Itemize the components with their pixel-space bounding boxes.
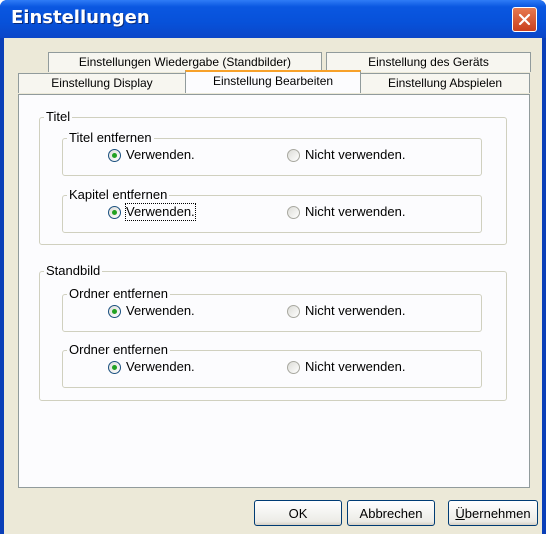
button-accesskey: Ü: [455, 505, 465, 521]
cancel-button[interactable]: Abbrechen: [347, 500, 435, 526]
tab-panel: Titel Titel entfernen Verwenden. Nicht v…: [18, 94, 530, 488]
group-ordner-entfernen-2: Ordner entfernen Verwenden. Nicht verwen…: [62, 342, 482, 388]
tab-label: Einstellung des Geräts: [368, 55, 489, 69]
radio-dot: [287, 205, 300, 219]
radio-dot: [108, 148, 121, 162]
title-bar: Einstellungen: [0, 0, 546, 38]
section-title: Titel: [44, 109, 73, 125]
dialog-client-area: Einstellungen Wiedergabe (Standbilder) E…: [4, 38, 542, 534]
tab-label: Einstellung Display: [51, 76, 153, 90]
dialog-window: Einstellungen Einstellungen Wiedergabe (…: [0, 0, 546, 534]
group-title: Ordner entfernen: [67, 342, 171, 358]
radio-not-use[interactable]: Nicht verwenden.: [287, 204, 405, 220]
tab-label: Einstellungen Wiedergabe (Standbilder): [78, 55, 292, 69]
button-label: Abbrechen: [359, 505, 423, 521]
tab-wiedergabe-standbilder[interactable]: Einstellungen Wiedergabe (Standbilder): [48, 52, 322, 72]
radio-label: Verwenden.: [126, 359, 195, 374]
group-titel-entfernen: Titel entfernen Verwenden. Nicht verwend…: [62, 130, 482, 176]
close-button[interactable]: [512, 7, 537, 32]
radio-label: Nicht verwenden.: [305, 204, 406, 219]
section-title: Standbild: [44, 263, 103, 279]
radio-use[interactable]: Verwenden.: [108, 359, 195, 375]
section-standbild: Standbild Ordner entfernen Verwenden. Ni…: [39, 263, 507, 401]
tab-label: Einstellung Bearbeiten: [212, 74, 334, 88]
radio-label: Nicht verwenden.: [305, 359, 406, 374]
radio-not-use[interactable]: Nicht verwenden.: [287, 147, 405, 163]
radio-dot: [287, 304, 300, 318]
radio-label: Verwenden.: [126, 147, 195, 162]
radio-not-use[interactable]: Nicht verwenden.: [287, 303, 405, 319]
radio-label: Verwenden.: [126, 303, 195, 318]
group-title: Kapitel entfernen: [67, 187, 170, 203]
radio-label: Nicht verwenden.: [305, 147, 406, 162]
tab-bearbeiten[interactable]: Einstellung Bearbeiten: [185, 70, 361, 93]
close-icon: [518, 13, 531, 26]
tab-label: Einstellung Abspielen: [387, 76, 503, 90]
tab-display[interactable]: Einstellung Display: [18, 73, 186, 93]
tab-abspielen[interactable]: Einstellung Abspielen: [360, 73, 530, 93]
radio-not-use[interactable]: Nicht verwenden.: [287, 359, 405, 375]
radio-dot: [108, 205, 121, 219]
window-title: Einstellungen: [11, 7, 150, 28]
radio-dot: [108, 360, 121, 374]
tab-geraet[interactable]: Einstellung des Geräts: [326, 52, 531, 72]
radio-dot: [287, 148, 300, 162]
section-titel: Titel Titel entfernen Verwenden. Nicht v…: [39, 109, 507, 245]
radio-label: Verwenden.: [125, 203, 196, 221]
radio-use[interactable]: Verwenden.: [108, 303, 195, 319]
radio-label: Nicht verwenden.: [305, 303, 406, 318]
group-title: Ordner entfernen: [67, 286, 171, 302]
group-kapitel-entfernen: Kapitel entfernen Verwenden. Nicht verwe…: [62, 187, 482, 233]
radio-dot: [287, 360, 300, 374]
apply-button[interactable]: Übernehmen: [448, 500, 538, 526]
button-label: bernehmen: [464, 505, 531, 521]
ok-button[interactable]: OK: [254, 500, 342, 526]
group-title: Titel entfernen: [67, 130, 154, 146]
radio-use[interactable]: Verwenden.: [108, 203, 196, 221]
button-label: OK: [288, 505, 308, 521]
group-ordner-entfernen-1: Ordner entfernen Verwenden. Nicht verwen…: [62, 286, 482, 332]
radio-use[interactable]: Verwenden.: [108, 147, 195, 163]
radio-dot: [108, 304, 121, 318]
